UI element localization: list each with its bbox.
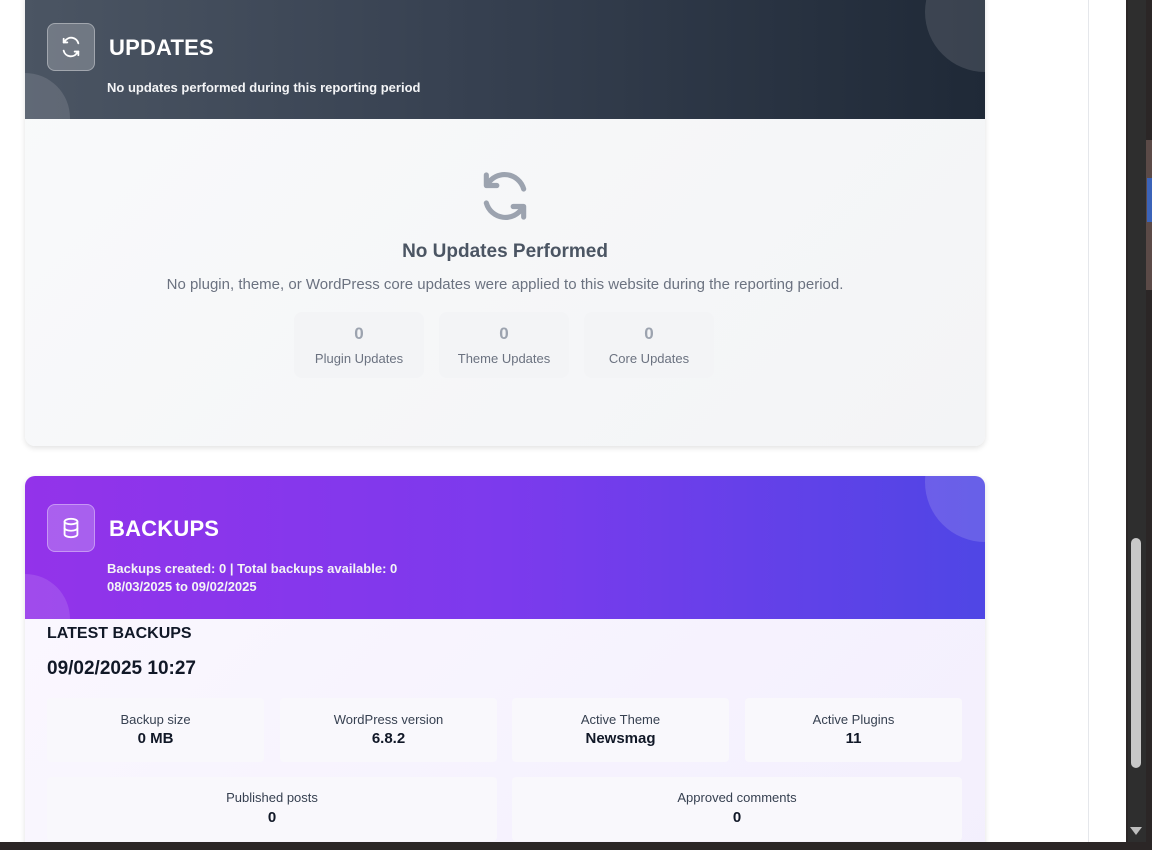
refresh-icon (47, 23, 95, 71)
right-gutter (1088, 0, 1127, 842)
info-label: Active Theme (580, 712, 661, 727)
database-icon (47, 504, 95, 552)
decor-circle (925, 0, 985, 72)
stat-value: 0 (644, 324, 654, 343)
decor-circle (925, 476, 985, 542)
stat-label: Core Updates (608, 351, 690, 366)
taskbar-edge (0, 842, 1152, 850)
stat-label: Plugin Updates (314, 351, 404, 366)
refresh-icon (477, 168, 533, 224)
info-label: Backup size (120, 712, 191, 727)
stat-core-updates: 0 Core Updates (584, 312, 714, 378)
scrollbar-thumb[interactable] (1131, 538, 1141, 768)
info-active-plugins: Active Plugins 11 (745, 698, 962, 762)
info-value: 0 (732, 809, 742, 826)
backups-summary: Backups created: 0 | Total backups avail… (107, 561, 398, 576)
info-label: Active Plugins (812, 712, 895, 727)
adjacent-window-thumbnail (1147, 178, 1152, 222)
info-active-theme: Active Theme Newsmag (512, 698, 729, 762)
backups-card: BACKUPS Backups created: 0 | Total backu… (25, 476, 985, 842)
info-approved-comments: Approved comments 0 (512, 777, 962, 841)
backups-date-range: 08/03/2025 to 09/02/2025 (107, 579, 257, 594)
latest-backups-heading: LATEST BACKUPS (47, 625, 192, 642)
updates-title: UPDATES (109, 35, 214, 60)
info-published-posts: Published posts 0 (47, 777, 497, 841)
stat-theme-updates: 0 Theme Updates (439, 312, 569, 378)
updates-subtitle: No updates performed during this reporti… (107, 80, 421, 95)
stat-label: Theme Updates (457, 351, 551, 366)
info-label: WordPress version (333, 712, 444, 727)
updates-header: UPDATES No updates performed during this… (25, 0, 985, 119)
info-label: Published posts (226, 790, 318, 805)
info-value: 0 MB (137, 730, 174, 747)
info-value: 11 (845, 730, 862, 747)
backups-header: BACKUPS Backups created: 0 | Total backu… (25, 476, 985, 619)
backups-title: BACKUPS (109, 516, 220, 541)
decor-circle (25, 73, 70, 119)
info-label: Approved comments (677, 790, 797, 805)
stat-value: 0 (354, 324, 364, 343)
scroll-down-arrow-icon[interactable] (1130, 827, 1142, 835)
info-backup-size: Backup size 0 MB (47, 698, 264, 762)
decor-circle (25, 574, 70, 619)
latest-backup-date: 09/02/2025 10:27 (47, 658, 196, 679)
info-value: 0 (267, 809, 277, 826)
info-value: Newsmag (585, 730, 656, 747)
report-page: UPDATES No updates performed during this… (0, 0, 1088, 842)
info-value: 6.8.2 (371, 730, 406, 747)
stat-plugin-updates: 0 Plugin Updates (294, 312, 424, 378)
empty-state-description: No plugin, theme, or WordPress core upda… (166, 276, 844, 293)
updates-card: UPDATES No updates performed during this… (25, 0, 985, 446)
empty-state-title: No Updates Performed (402, 241, 608, 262)
info-wordpress-version: WordPress version 6.8.2 (280, 698, 497, 762)
stat-value: 0 (499, 324, 509, 343)
